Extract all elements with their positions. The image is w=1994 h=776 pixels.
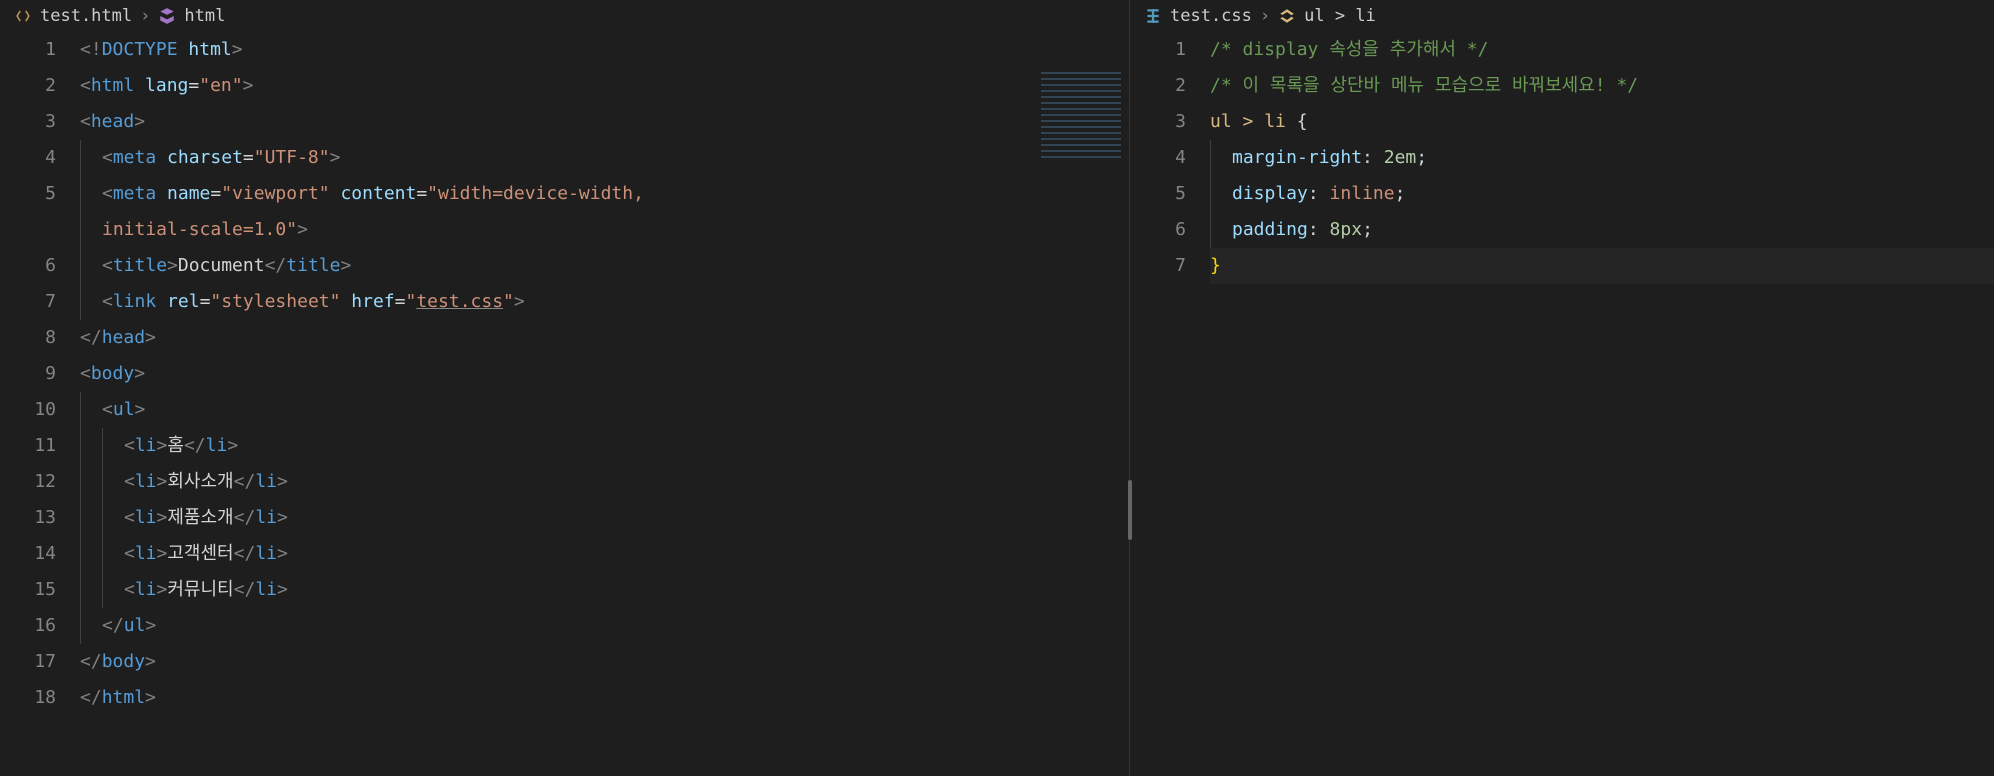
line-number: 1 — [1130, 32, 1186, 68]
code-area-right[interactable]: /* display 속성을 추가해서 *//* 이 목록을 상단바 메뉴 모습… — [1210, 32, 1994, 776]
line-gutter-right: 1234567 — [1130, 32, 1210, 776]
code-line[interactable]: <li>회사소개</li> — [80, 464, 1119, 500]
line-number: 5 — [1130, 176, 1186, 212]
line-number: 14 — [0, 536, 56, 572]
breadcrumb-symbol[interactable]: html — [184, 6, 225, 26]
line-number: 9 — [0, 356, 56, 392]
code-line[interactable]: <ul> — [80, 392, 1119, 428]
line-number: 3 — [1130, 104, 1186, 140]
code-line[interactable]: <li>홈</li> — [80, 428, 1119, 464]
minimap[interactable] — [1041, 72, 1121, 162]
code-line[interactable]: <head> — [80, 104, 1119, 140]
code-area-left[interactable]: <!DOCTYPE html><html lang="en"><head><me… — [80, 32, 1129, 776]
code-line[interactable]: /* 이 목록을 상단바 메뉴 모습으로 바꿔보세요! */ — [1210, 68, 1984, 104]
code-line[interactable]: <html lang="en"> — [80, 68, 1119, 104]
line-number: 6 — [1130, 212, 1186, 248]
code-line[interactable]: </head> — [80, 320, 1119, 356]
code-line[interactable]: <meta name="viewport" content="width=dev… — [80, 176, 1119, 212]
code-line[interactable]: <li>제품소개</li> — [80, 500, 1119, 536]
file-code-icon — [14, 7, 32, 25]
line-number: 10 — [0, 392, 56, 428]
breadcrumb-separator: › — [140, 6, 150, 26]
code-line[interactable]: <link rel="stylesheet" href="test.css"> — [80, 284, 1119, 320]
line-number: 4 — [1130, 140, 1186, 176]
line-number: 7 — [1130, 248, 1186, 284]
breadcrumb-symbol[interactable]: ul > li — [1304, 6, 1376, 26]
line-number: 2 — [1130, 68, 1186, 104]
editor-body-right[interactable]: 1234567 /* display 속성을 추가해서 *//* 이 목록을 상… — [1130, 32, 1994, 776]
breadcrumb-file[interactable]: test.html — [40, 6, 132, 26]
line-number: 5 — [0, 176, 56, 212]
line-number: 13 — [0, 500, 56, 536]
code-line[interactable]: <li>커뮤니티</li> — [80, 572, 1119, 608]
code-line[interactable]: <meta charset="UTF-8"> — [80, 140, 1119, 176]
line-number: 17 — [0, 644, 56, 680]
code-line[interactable]: <title>Document</title> — [80, 248, 1119, 284]
editor-pane-left: test.html › html 12345678910111213141516… — [0, 0, 1130, 776]
line-number: 15 — [0, 572, 56, 608]
code-line[interactable]: </body> — [80, 644, 1119, 680]
line-gutter-left: 123456789101112131415161718 — [0, 32, 80, 776]
line-number: 6 — [0, 248, 56, 284]
line-number: 3 — [0, 104, 56, 140]
code-line[interactable]: margin-right: 2em; — [1210, 140, 1984, 176]
line-number: 4 — [0, 140, 56, 176]
code-line[interactable]: <!DOCTYPE html> — [80, 32, 1119, 68]
code-line[interactable]: } — [1210, 248, 1984, 284]
line-number: 16 — [0, 608, 56, 644]
code-line[interactable]: <li>고객센터</li> — [80, 536, 1119, 572]
code-line[interactable]: </ul> — [80, 608, 1119, 644]
breadcrumb-right[interactable]: test.css › ul > li — [1130, 0, 1994, 32]
symbol-ruler-icon — [1278, 7, 1296, 25]
line-number: 18 — [0, 680, 56, 716]
line-number: 1 — [0, 32, 56, 68]
line-number: 2 — [0, 68, 56, 104]
code-line[interactable]: </html> — [80, 680, 1119, 716]
editor-body-left[interactable]: 123456789101112131415161718 <!DOCTYPE ht… — [0, 32, 1129, 776]
editor-pane-right: test.css › ul > li 1234567 /* display 속성… — [1130, 0, 1994, 776]
code-line[interactable]: padding: 8px; — [1210, 212, 1984, 248]
breadcrumb-file[interactable]: test.css — [1170, 6, 1252, 26]
line-number: 11 — [0, 428, 56, 464]
breadcrumb-separator: › — [1260, 6, 1270, 26]
line-number: 8 — [0, 320, 56, 356]
code-line[interactable]: ul > li { — [1210, 104, 1984, 140]
symbol-namespace-icon — [158, 7, 176, 25]
code-line[interactable]: /* display 속성을 추가해서 */ — [1210, 32, 1984, 68]
file-css-icon — [1144, 7, 1162, 25]
line-number: 12 — [0, 464, 56, 500]
line-number — [0, 212, 56, 248]
line-number: 7 — [0, 284, 56, 320]
code-line[interactable]: display: inline; — [1210, 176, 1984, 212]
code-line[interactable]: initial-scale=1.0"> — [80, 212, 1119, 248]
breadcrumb-left[interactable]: test.html › html — [0, 0, 1129, 32]
code-line[interactable]: <body> — [80, 356, 1119, 392]
